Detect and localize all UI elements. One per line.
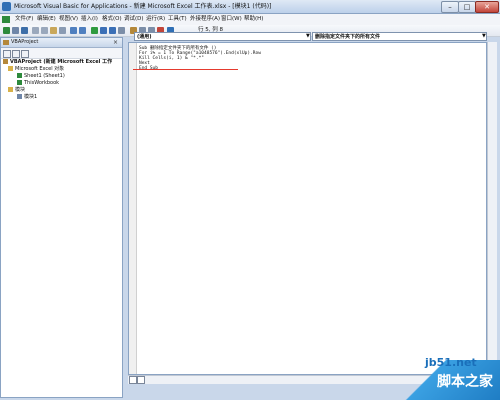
code-editor[interactable]: Sub 删除指定文件夹下的所有文件 () For i% = 1 To Range… xyxy=(128,42,487,375)
workbook-icon xyxy=(17,80,22,85)
menu-debug[interactable]: 调试(D) xyxy=(124,14,144,25)
save-icon[interactable] xyxy=(21,27,28,34)
project-close-button[interactable]: × xyxy=(113,39,118,46)
menu-insert[interactable]: 插入(I) xyxy=(81,14,98,25)
paste-icon[interactable] xyxy=(50,27,57,34)
project-explorer-toolbar xyxy=(1,48,122,59)
project-explorer: VBAProject × VBAProject (新建 Microsoft Ex… xyxy=(0,37,123,398)
sheet-icon xyxy=(17,73,22,78)
close-button[interactable]: ✕ xyxy=(475,1,499,13)
tree-item-thisworkbook[interactable]: ThisWorkbook xyxy=(17,80,59,87)
app-icon xyxy=(2,2,11,11)
menu-addins[interactable]: 外接程序(A) xyxy=(190,14,220,25)
tree-item-modules[interactable]: 模块 xyxy=(8,87,25,94)
tree-item-label: VBAProject (新建 Microsoft Excel 工作 xyxy=(10,59,113,65)
tree-item-label: 模块 xyxy=(15,87,26,93)
excel-icon[interactable] xyxy=(2,16,10,23)
insert-module-icon[interactable] xyxy=(12,27,19,34)
minimize-button[interactable]: – xyxy=(441,1,459,13)
tree-item-sheet1[interactable]: Sheet1 (Sheet1) xyxy=(17,73,65,80)
annotation-underline xyxy=(133,69,238,70)
view-code-icon[interactable] xyxy=(3,50,11,58)
code-margin[interactable] xyxy=(129,43,137,374)
project-icon xyxy=(3,40,9,45)
menu-window[interactable]: 窗口(W) xyxy=(221,14,242,25)
project-explorer-title: VBAProject xyxy=(11,39,39,45)
reset-icon[interactable] xyxy=(109,27,116,34)
copy-icon[interactable] xyxy=(41,27,48,34)
tree-item-label: Sheet1 (Sheet1) xyxy=(24,73,65,79)
tree-item-label: 模块1 xyxy=(24,94,38,100)
break-icon[interactable] xyxy=(100,27,107,34)
toggle-folders-icon[interactable] xyxy=(21,50,29,58)
watermark-logo: 脚本之家 xyxy=(437,374,493,390)
module-icon xyxy=(17,94,22,99)
run-icon[interactable] xyxy=(91,27,98,34)
procedure-dropdown-value: 删除指定文件夹下的所有文件 xyxy=(315,34,381,40)
find-icon[interactable] xyxy=(59,27,66,34)
view-excel-icon[interactable] xyxy=(3,27,10,34)
view-object-icon[interactable] xyxy=(12,50,20,58)
project-explorer-header: VBAProject × xyxy=(1,38,122,48)
title-bar: Microsoft Visual Basic for Applications … xyxy=(0,0,500,14)
full-module-view-icon[interactable] xyxy=(137,376,145,384)
menu-tools[interactable]: 工具(T) xyxy=(168,14,187,25)
vertical-scrollbar[interactable] xyxy=(487,42,497,375)
tree-item-vbaproject[interactable]: VBAProject (新建 Microsoft Excel 工作 xyxy=(3,59,112,66)
menu-format[interactable]: 格式(O) xyxy=(102,14,122,25)
tree-item-label: ThisWorkbook xyxy=(24,80,60,86)
menu-edit[interactable]: 编辑(E) xyxy=(37,14,56,25)
menu-help[interactable]: 帮助(H) xyxy=(244,14,263,25)
chevron-down-icon[interactable]: ▼ xyxy=(482,33,487,40)
tree-item-module1[interactable]: 模块1 xyxy=(17,94,37,101)
project-node-icon xyxy=(3,59,8,64)
menu-view[interactable]: 视图(V) xyxy=(59,14,78,25)
design-mode-icon[interactable] xyxy=(118,27,125,34)
folder-icon xyxy=(8,87,13,92)
menu-run[interactable]: 运行(R) xyxy=(146,14,165,25)
tree-item-excel-objects[interactable]: Microsoft Excel 对象 xyxy=(8,66,64,73)
procedure-dropdown[interactable]: 删除指定文件夹下的所有文件 xyxy=(312,32,487,41)
window-title: Microsoft Visual Basic for Applications … xyxy=(14,3,272,10)
maximize-button[interactable]: □ xyxy=(458,1,476,13)
cut-icon[interactable] xyxy=(32,27,39,34)
chevron-down-icon[interactable]: ▼ xyxy=(306,33,311,40)
tree-item-label: Microsoft Excel 对象 xyxy=(15,66,65,72)
watermark-site: jb51.net xyxy=(425,356,477,369)
object-dropdown-value: (通用) xyxy=(137,34,152,40)
menu-file[interactable]: 文件(F) xyxy=(15,14,33,25)
undo-icon[interactable] xyxy=(70,27,77,34)
redo-icon[interactable] xyxy=(79,27,86,34)
folder-icon xyxy=(8,66,13,71)
object-dropdown[interactable]: (通用) xyxy=(134,32,311,41)
procedure-view-icon[interactable] xyxy=(129,376,137,384)
